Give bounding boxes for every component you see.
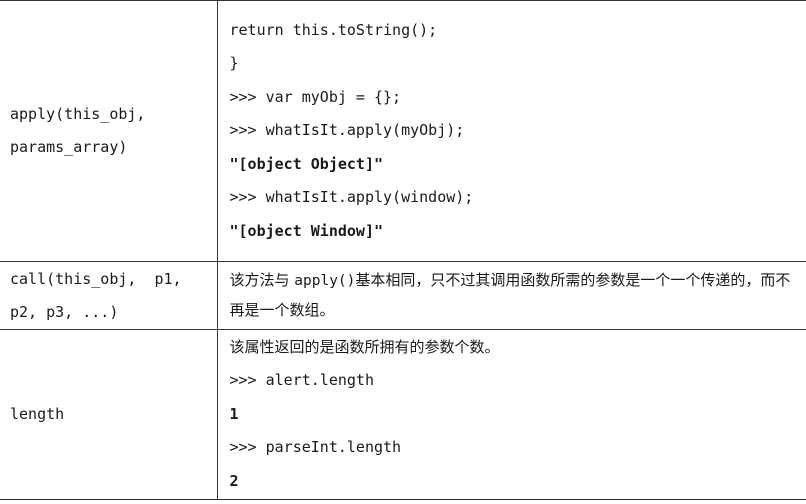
method-name-call: call(this_obj, p1, p2, p3, ...) bbox=[0, 261, 218, 330]
code-line: >>> whatIsIt.apply(myObj); bbox=[229, 121, 465, 140]
method-description-call: 该方法与 apply()基本相同，只不过其调用函数所需的参数是一个一个传递的，而… bbox=[217, 261, 806, 330]
property-name-length: length bbox=[0, 329, 218, 500]
method-signature-line: apply(this_obj, bbox=[10, 105, 146, 123]
table-row-call: call(this_obj, p1, p2, p3, ...) 该方法与 app… bbox=[0, 261, 806, 330]
description-text-part: 该方法与 bbox=[229, 271, 295, 289]
code-output-line: "[object Object]" bbox=[229, 154, 384, 173]
reference-page: apply(this_obj, params_array) return thi… bbox=[0, 0, 806, 504]
code-line: >>> whatIsIt.apply(window); bbox=[229, 188, 474, 207]
description-text: 该属性返回的是函数所拥有的参数个数。 bbox=[229, 338, 500, 356]
code-output-line: "[object Window]" bbox=[229, 221, 384, 240]
code-output-line: 2 bbox=[229, 471, 239, 490]
code-line: return this.toString(); bbox=[229, 20, 438, 39]
function-properties-table: apply(this_obj, params_array) return thi… bbox=[0, 0, 806, 500]
table-row-length: length 该属性返回的是函数所拥有的参数个数。 >>> alert.leng… bbox=[0, 329, 806, 500]
code-line: >>> parseInt.length bbox=[229, 438, 402, 456]
method-name-apply: apply(this_obj, params_array) bbox=[0, 0, 218, 262]
table-row-apply: apply(this_obj, params_array) return thi… bbox=[0, 0, 806, 262]
inline-code: apply() bbox=[294, 273, 356, 289]
property-name: length bbox=[10, 405, 65, 423]
method-signature-line: call(this_obj, p1, bbox=[10, 269, 182, 288]
method-description-apply: return this.toString(); } >>> var myObj … bbox=[217, 0, 806, 262]
code-line: } bbox=[229, 54, 239, 73]
code-output-line: 1 bbox=[229, 404, 239, 423]
property-description-length: 该属性返回的是函数所拥有的参数个数。 >>> alert.length 1 >>… bbox=[217, 329, 806, 500]
method-signature-line: params_array) bbox=[10, 138, 128, 156]
code-line: >>> alert.length bbox=[229, 371, 375, 389]
code-line: >>> var myObj = {}; bbox=[229, 87, 402, 106]
method-signature-line: p2, p3, ...) bbox=[10, 302, 119, 321]
description-text: 该方法与 apply()基本相同，只不过其调用函数所需的参数是一个一个传递的，而… bbox=[230, 266, 799, 325]
